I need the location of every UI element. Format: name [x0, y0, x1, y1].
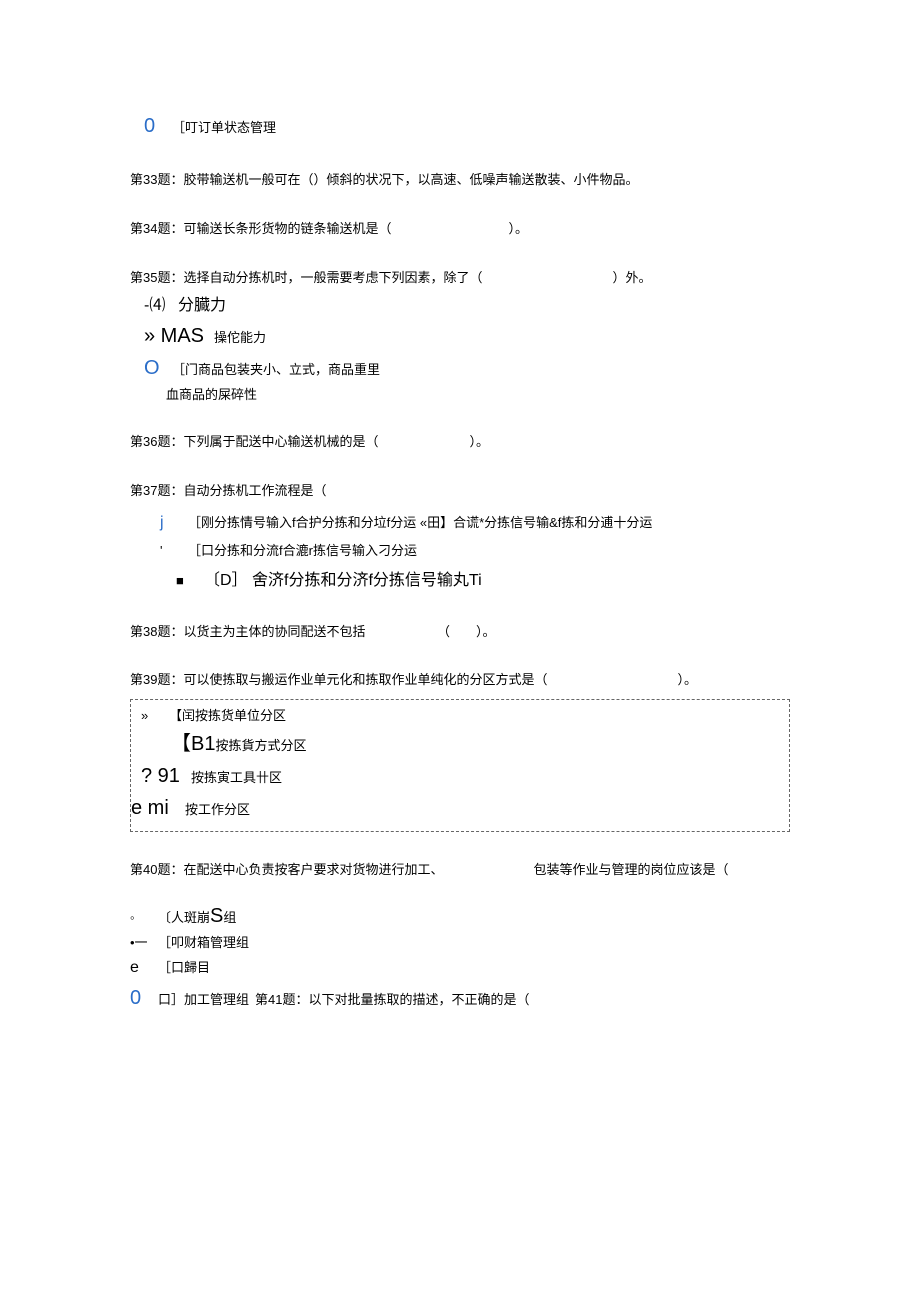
q35-option-c[interactable]: O ［门商品包装夹小、立式，商品重里: [130, 355, 790, 381]
q40-a-marker: ◦: [130, 910, 158, 927]
q37-option-a[interactable]: j ［刚分拣情号输入f合护分拣和分垃f分运 «田】合谎*分拣信号输&f拣和分逋十…: [130, 510, 790, 536]
q40-option-a[interactable]: ◦ 〔人斑崩S组: [130, 903, 790, 929]
q39-option-b[interactable]: 【B1 按拣貨方式分区: [141, 731, 779, 757]
q37-b-text: ［口分拣和分流f合漉r拣信号输入刁分运: [188, 541, 417, 562]
q40-b-text: ［叩财箱管理组: [158, 935, 249, 952]
q39-a-text: 【闰按拣货单位分区: [169, 708, 286, 725]
question-35: 第35题：选择自动分拣机时，一般需要考虑下列因素，除了（ ）外。: [130, 268, 790, 289]
orphan-option: 0 ［叮订单状态管理: [130, 110, 790, 142]
q40-stem-left: 第40题：在配送中心负责按客户要求对货物进行加工、: [130, 860, 443, 881]
question-34: 第34题：可输送长条形货物的链条输送机是（ ）。: [130, 219, 790, 240]
q35-a-marker: -⑷: [144, 296, 178, 317]
q39-d-text: 按工作分区: [185, 802, 250, 819]
q39-option-d[interactable]: e mi 按工作分区: [131, 795, 779, 821]
q39-c-text: 按拣寅工具卄区: [191, 770, 282, 787]
marker-zero: 0: [144, 110, 172, 142]
q39-a-marker: »: [141, 708, 169, 725]
q40-option-d[interactable]: 0 口］加工管理组 第41题：以下对批量拣取的描述，不正确的是（: [130, 985, 790, 1011]
question-39: 第39题：可以使拣取与搬运作业单元化和拣取作业单纯化的分区方式是（ ）。: [130, 670, 790, 691]
q40-d-text: 口］加工管理组: [158, 992, 249, 1009]
question-41-tail: 第41题：以下对批量拣取的描述，不正确的是（: [255, 992, 529, 1009]
q39-b-text: 按拣貨方式分区: [215, 738, 306, 755]
question-37: 第37题：自动分拣机工作流程是（: [130, 481, 790, 502]
question-33: 第33题：胶带输送机一般可在（）倾斜的状况下，以高速、低噪声输送散装、小件物品。: [130, 170, 790, 191]
q39-c-marker: ? 91: [141, 763, 191, 789]
q35-a-text: 分臓力: [178, 296, 226, 317]
q35-option-b[interactable]: » MAS 操佗能力: [130, 323, 790, 349]
q39-option-box: » 【闰按拣货单位分区 【B1 按拣貨方式分区 ? 91 按拣寅工具卄区 e m…: [130, 699, 790, 832]
q35-c-marker: O: [144, 355, 172, 381]
q37-c-text: 〔D］ 舍济f分拣和分济f分拣信号输丸Ti: [204, 568, 482, 594]
question-40: 第40题：在配送中心负责按客户要求对货物进行加工、 包装等作业与管理的岗位应该是…: [130, 860, 790, 881]
q37-a-marker: j: [160, 510, 188, 536]
q40-a-text: 〔人斑崩S组: [158, 903, 236, 929]
q40-c-text: ［口歸目: [158, 960, 210, 977]
q37-b-marker: ': [160, 541, 188, 562]
q39-d-marker: e mi: [131, 795, 185, 821]
q37-a-text: ［刚分拣情号输入f合护分拣和分垃f分运 «田】合谎*分拣信号输&f拣和分逋十分运: [188, 513, 652, 534]
q40-option-b[interactable]: •一 ［叩财箱管理组: [130, 935, 790, 952]
orphan-text: ［叮订单状态管理: [172, 118, 276, 139]
q40-option-c[interactable]: e ［口歸目: [130, 958, 790, 979]
q37-c-marker: ■: [176, 571, 204, 592]
q39-b-marker: 【B1: [171, 731, 215, 757]
q37-option-b[interactable]: ' ［口分拣和分流f合漉r拣信号输入刁分运: [130, 541, 790, 562]
q35-option-d[interactable]: 血商品的屎碎性: [130, 387, 790, 404]
q40-c-marker: e: [130, 958, 158, 979]
q39-option-a[interactable]: » 【闰按拣货单位分区: [141, 708, 779, 725]
question-38: 第38题：以货主为主体的协同配送不包括 （ ）。: [130, 622, 790, 643]
question-36: 第36题：下列属于配送中心输送机械的是（ ）。: [130, 432, 790, 453]
q35-d-text: 血商品的屎碎性: [166, 387, 257, 404]
q35-option-a[interactable]: -⑷ 分臓力: [130, 296, 790, 317]
q35-b-text: 操佗能力: [214, 330, 266, 347]
q40-stem-right: 包装等作业与管理的岗位应该是（: [533, 860, 728, 881]
q35-b-marker: » MAS: [144, 323, 214, 349]
q40-b-marker: •一: [130, 935, 158, 952]
q40-d-marker: 0: [130, 985, 158, 1011]
q39-option-c[interactable]: ? 91 按拣寅工具卄区: [141, 763, 779, 789]
q37-option-c[interactable]: ■ 〔D］ 舍济f分拣和分济f分拣信号输丸Ti: [130, 568, 790, 594]
q35-c-text: ［门商品包装夹小、立式，商品重里: [172, 362, 380, 379]
